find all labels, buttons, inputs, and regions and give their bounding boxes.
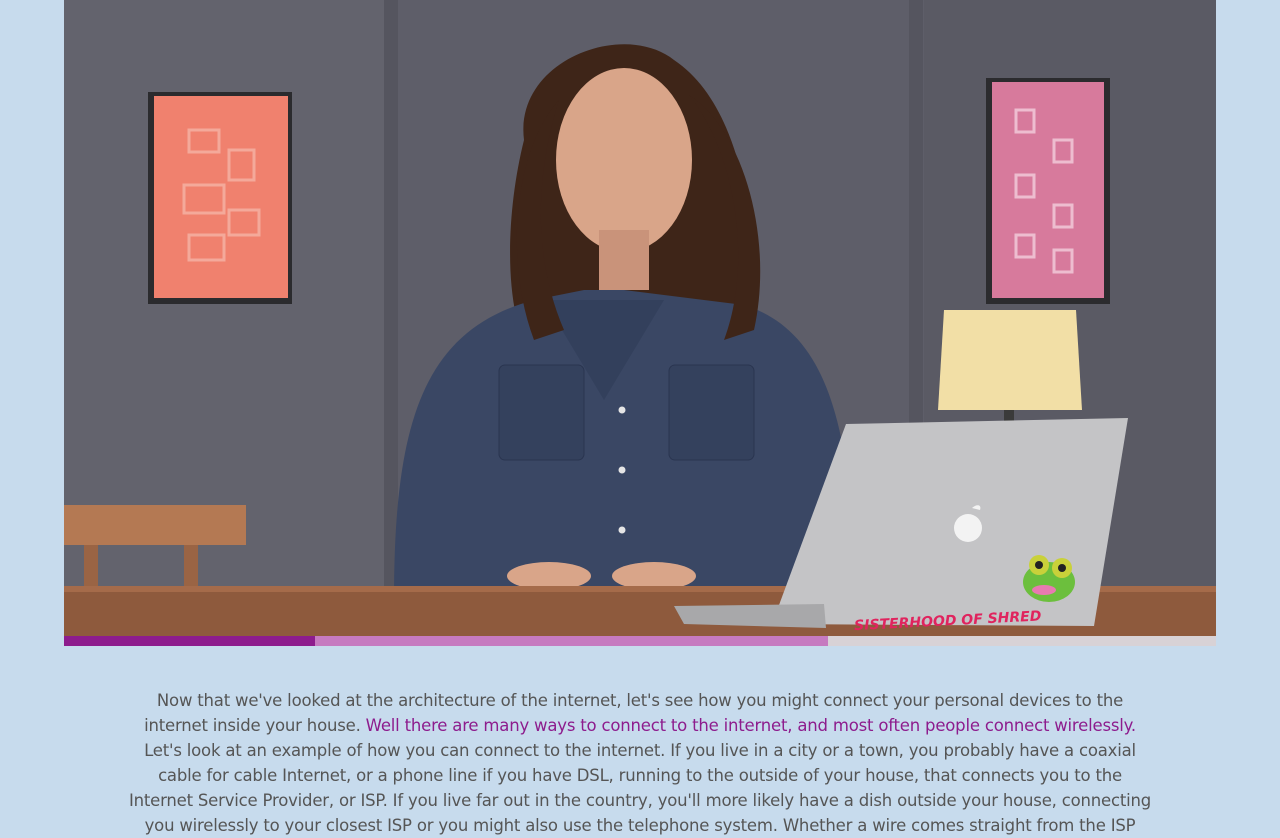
transcript-segment-active[interactable]: Well there are many ways to connect to t… bbox=[366, 716, 1136, 735]
frog-sticker-icon bbox=[1023, 555, 1075, 602]
wall-art-right bbox=[986, 78, 1110, 304]
video-frame: SISTERHOOD OF SHRED bbox=[64, 0, 1216, 646]
progress-played bbox=[64, 636, 316, 646]
transcript-segment[interactable]: Let's look at an example of how you can … bbox=[129, 741, 1151, 835]
wall-art-left bbox=[148, 92, 292, 304]
transcript: Now that we've looked at the architectur… bbox=[128, 688, 1152, 838]
video-player[interactable]: SISTERHOOD OF SHRED bbox=[64, 0, 1216, 646]
progress-bar[interactable] bbox=[64, 636, 1216, 646]
apple-logo-icon bbox=[954, 514, 982, 542]
